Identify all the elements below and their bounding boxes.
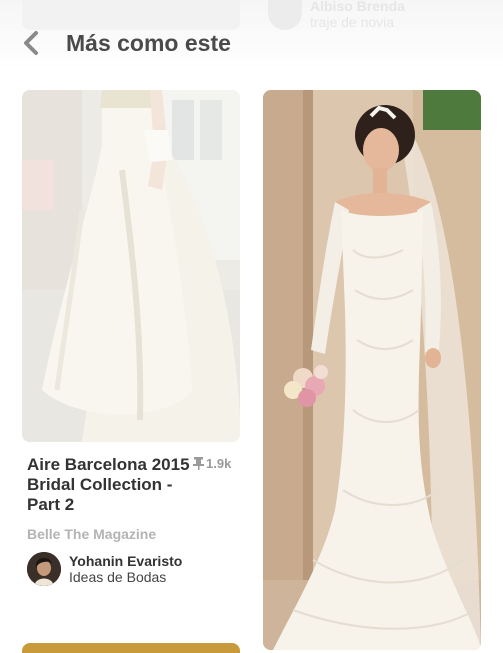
ghost-pin-info: Albiso Brenda traje de novia bbox=[310, 0, 405, 30]
back-button[interactable] bbox=[16, 26, 46, 60]
pinner-name: Yohanin Evaristo bbox=[69, 553, 183, 569]
repin-count: 1.9k bbox=[193, 456, 231, 471]
page-title: Más como este bbox=[66, 30, 231, 56]
pinner-board: Ideas de Bodas bbox=[69, 569, 167, 585]
pin-image-dress-lace[interactable] bbox=[263, 90, 481, 650]
next-pin-image[interactable] bbox=[22, 643, 240, 653]
previous-pin-card bbox=[22, 0, 240, 30]
chevron-left-icon bbox=[24, 31, 38, 55]
pin-icon bbox=[193, 457, 204, 470]
repin-count-value: 1.9k bbox=[206, 456, 232, 471]
dress-lace-illustration bbox=[263, 90, 481, 650]
avatar bbox=[27, 552, 61, 586]
ghost-pin-name: Albiso Brenda bbox=[310, 0, 405, 14]
pinner-attribution[interactable]: Yohanin Evaristo Ideas de Bodas bbox=[27, 552, 182, 586]
ghost-pin-board: traje de novia bbox=[310, 14, 395, 30]
dress-satin-illustration bbox=[22, 90, 240, 442]
pin-title[interactable]: Aire Barcelona 2015 Bridal Collection - … bbox=[27, 455, 197, 515]
pin-image-dress-satin[interactable] bbox=[22, 90, 240, 442]
pin-source[interactable]: Belle The Magazine bbox=[27, 526, 156, 542]
